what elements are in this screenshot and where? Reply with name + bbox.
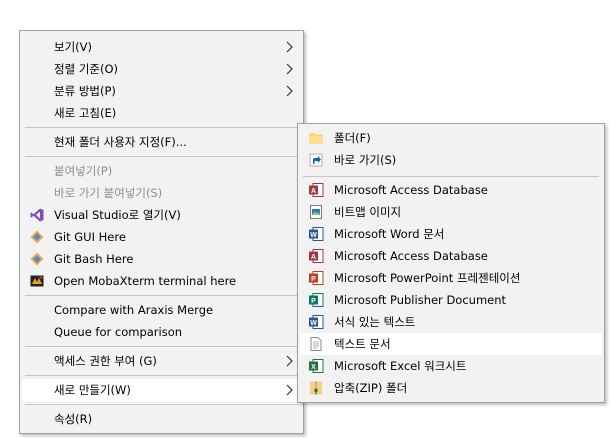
new-submenu: 폴더(F) 바로 가기(S) A Microsoft Access Databa… bbox=[297, 123, 605, 403]
bitmap-icon bbox=[310, 205, 322, 219]
menu-item-label: Visual Studio로 열기(V) bbox=[54, 208, 181, 222]
chevron-right-icon bbox=[286, 63, 293, 75]
submenu-item-label: Microsoft Word 문서 bbox=[334, 227, 445, 241]
zip-folder-icon bbox=[310, 381, 322, 395]
menu-item-git-gui[interactable]: Git GUI Here bbox=[22, 226, 301, 248]
submenu-item-shortcut[interactable]: 바로 가기(S) bbox=[300, 149, 602, 171]
shortcut-icon bbox=[309, 153, 323, 167]
submenu-item-label: Microsoft Access Database bbox=[334, 249, 488, 263]
menu-item-refresh[interactable]: 새로 고침(E) bbox=[22, 102, 301, 124]
menu-item-group-by[interactable]: 분류 방법(P) bbox=[22, 80, 301, 102]
svg-text:A: A bbox=[311, 188, 316, 195]
word-icon: W bbox=[309, 227, 324, 241]
submenu-item-label: Microsoft Publisher Document bbox=[334, 293, 507, 307]
menu-item-label: Compare with Araxis Merge bbox=[54, 303, 214, 317]
menu-item-label: 분류 방법(P) bbox=[54, 84, 116, 98]
submenu-item-label: 압축(ZIP) 폴더 bbox=[334, 381, 408, 395]
menu-item-label: 보기(V) bbox=[54, 40, 92, 54]
chevron-right-icon bbox=[286, 384, 293, 396]
submenu-item-label: Microsoft PowerPoint 프레젠테이션 bbox=[334, 271, 521, 285]
chevron-right-icon bbox=[286, 85, 293, 97]
submenu-item-label: Microsoft Excel 워크시트 bbox=[334, 359, 467, 373]
menu-item-compare-araxis[interactable]: Compare with Araxis Merge bbox=[22, 299, 301, 321]
menu-item-properties[interactable]: 속성(R) bbox=[22, 408, 301, 430]
menu-item-customize-folder[interactable]: 현재 폴더 사용자 지정(F)... bbox=[22, 131, 301, 153]
menu-item-git-bash[interactable]: Git Bash Here bbox=[22, 248, 301, 270]
menu-item-label: 속성(R) bbox=[54, 412, 93, 426]
submenu-item-access-db-2[interactable]: A Microsoft Access Database bbox=[300, 245, 602, 267]
access-icon: A bbox=[309, 249, 324, 263]
menu-item-label: 붙여넣기(P) bbox=[54, 164, 113, 178]
git-icon bbox=[30, 252, 44, 266]
chevron-right-icon bbox=[286, 355, 293, 367]
submenu-item-publisher[interactable]: P Microsoft Publisher Document bbox=[300, 289, 602, 311]
svg-text:P: P bbox=[311, 276, 316, 283]
submenu-item-bitmap[interactable]: 비트맵 이미지 bbox=[300, 201, 602, 223]
submenu-item-excel[interactable]: X Microsoft Excel 워크시트 bbox=[300, 355, 602, 377]
menu-item-paste-shortcut[interactable]: 바로 가기 붙여넣기(S) bbox=[22, 182, 301, 204]
menu-item-view[interactable]: 보기(V) bbox=[22, 36, 301, 58]
menu-separator bbox=[303, 176, 599, 177]
submenu-item-powerpoint[interactable]: P Microsoft PowerPoint 프레젠테이션 bbox=[300, 267, 602, 289]
menu-item-label: Queue for comparison bbox=[54, 325, 183, 339]
svg-text:X: X bbox=[311, 364, 316, 371]
menu-item-label: 현재 폴더 사용자 지정(F)... bbox=[54, 135, 187, 149]
menu-item-open-visual-studio[interactable]: Visual Studio로 열기(V) bbox=[22, 204, 301, 226]
menu-item-label: 정렬 기준(O) bbox=[54, 62, 118, 76]
menu-item-label: Open MobaXterm terminal here bbox=[54, 274, 237, 288]
menu-item-sort-by[interactable]: 정렬 기준(O) bbox=[22, 58, 301, 80]
menu-item-label: 바로 가기 붙여넣기(S) bbox=[54, 186, 163, 200]
menu-item-open-mobaxterm[interactable]: Open MobaXterm terminal here bbox=[22, 270, 301, 292]
menu-item-label: 새로 만들기(W) bbox=[54, 383, 131, 397]
svg-text:W: W bbox=[310, 232, 317, 239]
folder-icon bbox=[309, 133, 323, 144]
chevron-right-icon bbox=[286, 41, 293, 53]
access-icon: A bbox=[309, 183, 324, 197]
svg-text:A: A bbox=[311, 254, 316, 261]
menu-item-label: 새로 고침(E) bbox=[54, 106, 117, 120]
menu-separator bbox=[25, 346, 298, 347]
submenu-item-label: 비트맵 이미지 bbox=[334, 205, 402, 219]
menu-item-new[interactable]: 새로 만들기(W) bbox=[22, 379, 301, 401]
text-document-icon bbox=[310, 337, 322, 351]
menu-separator bbox=[25, 156, 298, 157]
svg-text:P: P bbox=[311, 298, 316, 305]
menu-item-paste[interactable]: 붙여넣기(P) bbox=[22, 160, 301, 182]
submenu-item-label: Microsoft Access Database bbox=[334, 183, 488, 197]
publisher-icon: P bbox=[309, 293, 324, 307]
menu-item-queue-comparison[interactable]: Queue for comparison bbox=[22, 321, 301, 343]
menu-item-label: Git GUI Here bbox=[54, 230, 126, 244]
menu-separator bbox=[25, 127, 298, 128]
submenu-item-label: 텍스트 문서 bbox=[334, 337, 391, 351]
submenu-item-rich-text[interactable]: W 서식 있는 텍스트 bbox=[300, 311, 602, 333]
submenu-item-word[interactable]: W Microsoft Word 문서 bbox=[300, 223, 602, 245]
submenu-item-text-document[interactable]: 텍스트 문서 bbox=[300, 333, 602, 355]
submenu-item-folder[interactable]: 폴더(F) bbox=[300, 127, 602, 149]
menu-separator bbox=[25, 404, 298, 405]
menu-item-label: Git Bash Here bbox=[54, 252, 134, 266]
mobaxterm-icon bbox=[30, 275, 44, 287]
visual-studio-icon bbox=[30, 208, 44, 222]
git-icon bbox=[30, 230, 44, 244]
menu-separator bbox=[25, 375, 298, 376]
submenu-item-label: 바로 가기(S) bbox=[334, 153, 397, 167]
menu-item-label: 액세스 권한 부여 (G) bbox=[54, 354, 157, 368]
submenu-item-label: 폴더(F) bbox=[334, 131, 371, 145]
context-menu: 보기(V) 정렬 기준(O) 분류 방법(P) 새로 고침(E) 현재 폴더 사… bbox=[19, 30, 304, 434]
menu-item-give-access[interactable]: 액세스 권한 부여 (G) bbox=[22, 350, 301, 372]
svg-text:W: W bbox=[310, 320, 317, 327]
rtf-icon: W bbox=[309, 315, 324, 329]
menu-separator bbox=[25, 295, 298, 296]
excel-icon: X bbox=[309, 359, 324, 373]
submenu-item-zip-folder[interactable]: 압축(ZIP) 폴더 bbox=[300, 377, 602, 399]
submenu-item-label: 서식 있는 텍스트 bbox=[334, 315, 416, 329]
submenu-item-access-db[interactable]: A Microsoft Access Database bbox=[300, 179, 602, 201]
powerpoint-icon: P bbox=[309, 271, 324, 285]
